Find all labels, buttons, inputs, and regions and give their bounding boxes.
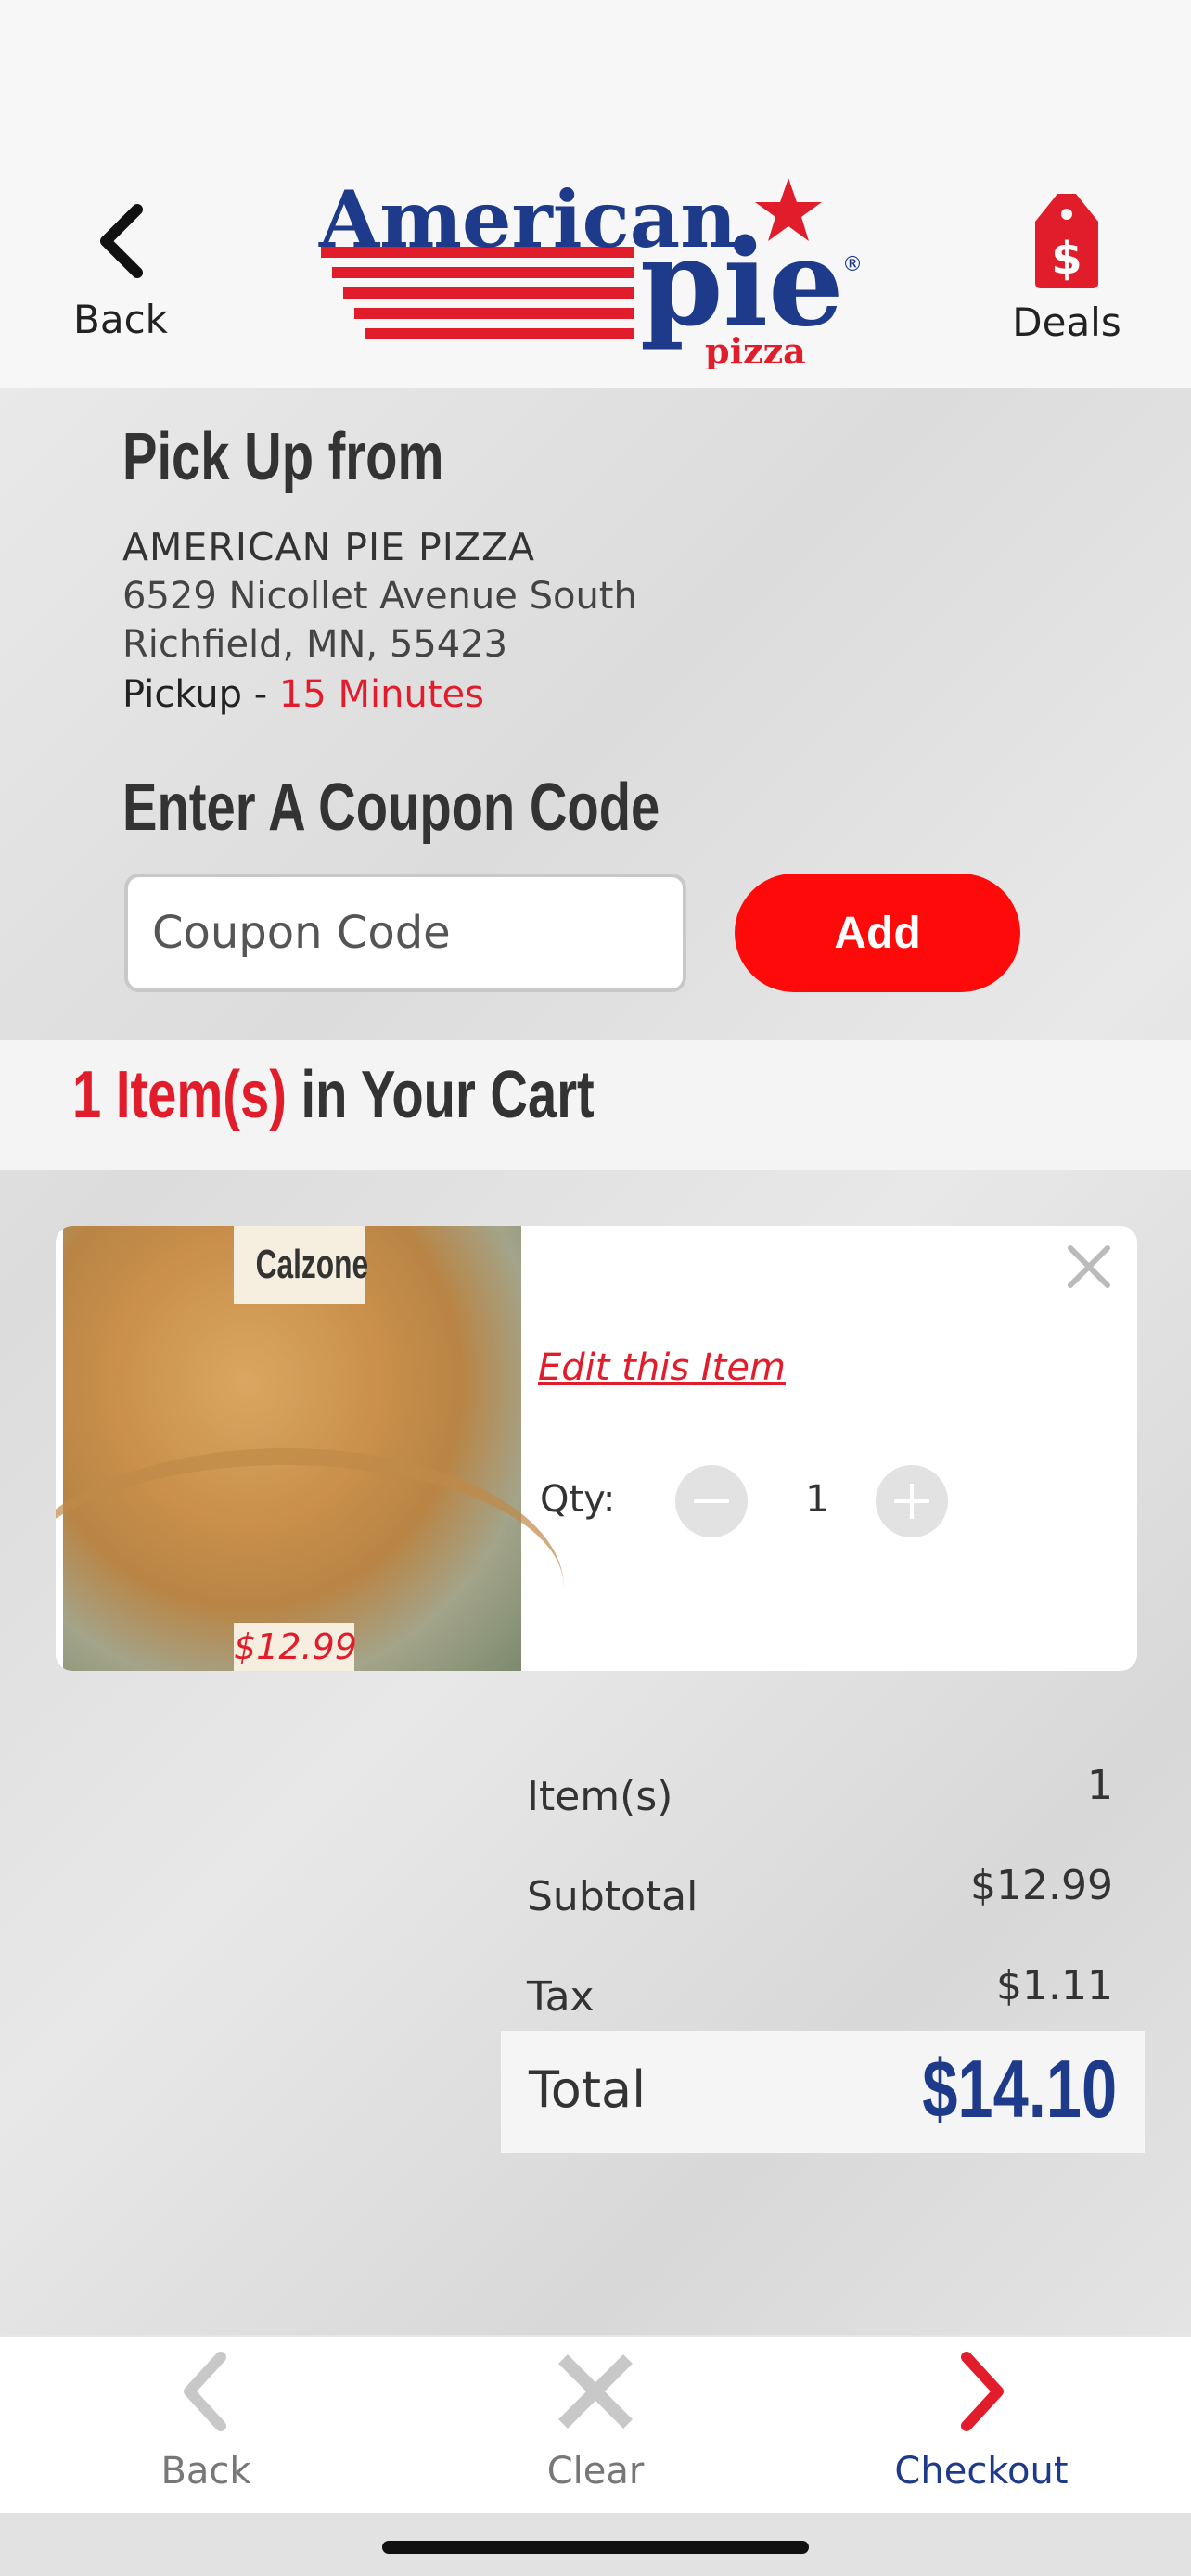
add-coupon-button[interactable]: Add (735, 874, 1020, 992)
status-bar (0, 0, 1191, 148)
chevron-left-icon (184, 2352, 226, 2431)
chevron-right-icon (961, 2352, 1004, 2431)
clear-button[interactable]: Clear (484, 2350, 707, 2507)
total-value: $14.10 (922, 2043, 1117, 2135)
items-value: 1 (1087, 1762, 1113, 1809)
cart-title: 1 Item(s) in Your Cart (72, 1057, 595, 1133)
checkout-label: Checkout (894, 2450, 1069, 2493)
back-label: Back (73, 297, 168, 342)
deals-button[interactable]: $ Deals (1002, 190, 1132, 357)
pickup-title: Pick Up from (122, 420, 444, 494)
coupon-code-input[interactable] (124, 874, 686, 992)
chevron-left-icon (100, 204, 143, 278)
qty-value: 1 (805, 1478, 829, 1521)
american-pie-logo: American pie pizza ® (315, 173, 872, 372)
bottom-back-button[interactable]: Back (95, 2350, 317, 2507)
clear-x-icon (558, 2354, 633, 2429)
checkout-button[interactable]: Checkout (870, 2350, 1093, 2507)
price-tag-icon: $ (1035, 194, 1098, 288)
increase-qty-button[interactable] (876, 1465, 948, 1537)
tax-value: $1.11 (996, 1962, 1113, 2009)
qty-label: Qty: (540, 1478, 616, 1521)
store-name: AMERICAN PIE PIZZA (122, 525, 536, 569)
item-price: $12.99 (234, 1623, 357, 1671)
decrease-qty-button[interactable] (675, 1465, 748, 1537)
pickup-time: 15 Minutes (278, 673, 484, 716)
cart-item-count: 1 Item(s) (72, 1058, 287, 1132)
item-name-tag: Calzone (234, 1226, 369, 1304)
svg-text:$: $ (1051, 233, 1082, 285)
cart-title-suffix: in Your Cart (286, 1058, 595, 1132)
items-label: Item(s) (527, 1773, 673, 1820)
home-indicator[interactable] (382, 2541, 809, 2554)
address-line1: 6529 Nicollet Avenue South (122, 575, 637, 618)
clear-label: Clear (546, 2450, 645, 2493)
bottom-back-label: Back (160, 2450, 251, 2493)
svg-text:®: ® (842, 253, 863, 276)
deals-label: Deals (1012, 300, 1121, 345)
calzone-image: Calzone $12.99 (56, 1226, 564, 1671)
coupon-title: Enter A Coupon Code (122, 771, 660, 845)
back-button[interactable]: Back (56, 204, 186, 352)
summary-total-row: Total $14.10 (501, 2031, 1145, 2153)
pickup-label: Pickup - (122, 673, 279, 716)
pickup-time-row: Pickup - 15 Minutes (122, 673, 484, 716)
bottom-nav: Back Clear Checkout (0, 2335, 1191, 2513)
total-label: Total (529, 2060, 647, 2119)
subtotal-label: Subtotal (527, 1873, 698, 1920)
tax-label: Tax (527, 1973, 595, 2021)
header: Back American pie pizza ® $ Deals (0, 148, 1191, 388)
subtotal-value: $12.99 (970, 1862, 1113, 1909)
remove-item-icon[interactable] (1061, 1239, 1117, 1294)
svg-text:pizza: pizza (705, 330, 806, 369)
item-name: Calzone (255, 1242, 369, 1287)
edit-item-link[interactable]: Edit this Item (538, 1346, 786, 1389)
cart-item-card: Calzone $12.99 Edit this Item Qty: 1 (56, 1226, 1137, 1671)
address-line2: Richfield, MN, 55423 (122, 623, 508, 666)
